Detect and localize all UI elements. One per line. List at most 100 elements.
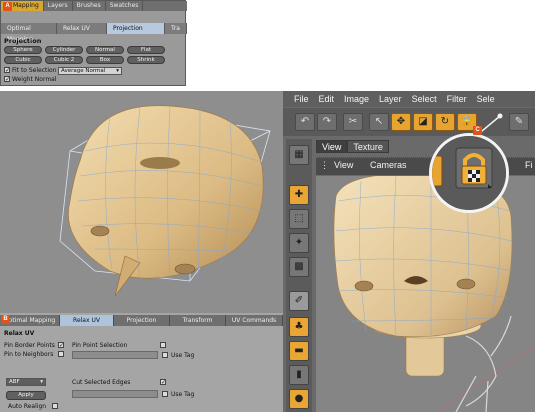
menu-select-cut[interactable]: Sele [477, 91, 495, 107]
menu-layer[interactable]: Layer [379, 91, 402, 107]
magic-wand-icon[interactable]: ✦ [289, 233, 309, 253]
weight-normal-label: Weight Normal [12, 76, 57, 83]
cut-edges-field[interactable] [72, 390, 158, 398]
chevron-down-icon: ▾ [40, 379, 43, 385]
subtab-transform[interactable]: Tra [165, 23, 187, 34]
view-tab-bar: View Texture [316, 140, 389, 153]
tab-texture[interactable]: Texture [347, 140, 389, 153]
pin-use-tag-label: Use Tag [171, 352, 195, 359]
weight-normal-checkbox[interactable]: ✓ [4, 76, 10, 83]
side-toolbar: ▦ ✚ ⬚ ✦ ▩ ✐ ♣ ▬ ▮ ● [286, 139, 312, 412]
cubic-2-button[interactable]: Cubic 2 [45, 56, 83, 64]
subtab-optimal-mapping[interactable]: Optimal Mapping [1, 23, 57, 43]
head-model-render [59, 105, 271, 297]
zoomed-lock-uv-icon [432, 136, 506, 210]
left-3d-viewport[interactable] [0, 91, 283, 313]
panel-b-tab-bar: Optimal Mapping Relax UV Projection Tran… [0, 315, 283, 326]
flat-button[interactable]: Flat [127, 46, 165, 54]
menu-edit[interactable]: Edit [319, 91, 335, 107]
menu-image[interactable]: Image [344, 91, 369, 107]
relax-uv-title: Relax UV [4, 330, 35, 337]
auto-realign-checkbox[interactable] [52, 403, 58, 409]
tab-brushes[interactable]: Brushes [73, 1, 106, 11]
scissors-icon[interactable]: ✂ [343, 113, 363, 131]
callout-badge-b: B [1, 315, 10, 324]
tab-layers[interactable]: Layers [44, 1, 73, 11]
callout-connector [475, 113, 503, 137]
handle-icon: ⋮ [320, 160, 329, 170]
relax-mode-dropdown[interactable]: ABF ▾ [6, 378, 46, 386]
scale-tool-icon[interactable]: ◪ [413, 113, 433, 131]
subtab-relax-uv[interactable]: Relax UV [57, 23, 107, 34]
tab-uv-commands[interactable]: UV Commands [226, 315, 283, 326]
pin-to-neighbors-checkbox[interactable] [58, 351, 64, 357]
shrink-button[interactable]: Shrink [127, 56, 165, 64]
fit-to-selection-checkbox[interactable]: ✓ [4, 67, 10, 74]
add-object-icon[interactable]: ✚ [289, 185, 309, 205]
cut-selected-edges-checkbox[interactable]: ✓ [160, 379, 166, 386]
viewport-menu-filter[interactable]: Fi [525, 160, 533, 170]
gradient-icon[interactable]: ▮ [289, 365, 309, 385]
marquee-tool-icon[interactable]: ⬚ [289, 209, 309, 229]
move-tool-icon[interactable]: ✥ [391, 113, 411, 131]
menu-select[interactable]: Select [412, 91, 437, 107]
menu-filter[interactable]: Filter [447, 91, 467, 107]
undo-icon[interactable]: ↶ [295, 113, 315, 131]
pin-point-selection-checkbox[interactable] [160, 342, 166, 348]
cut-use-tag-checkbox[interactable] [162, 391, 168, 397]
callout-badge-a: A [3, 2, 12, 11]
axis-line [435, 345, 535, 412]
head-body [68, 105, 264, 279]
fit-mode-dropdown[interactable]: Average Normal ▾ [58, 67, 122, 75]
tab-relax-uv[interactable]: Relax UV [60, 315, 114, 326]
panel-a-subtab-bar: Optimal Mapping Relax UV Projection Tra [1, 23, 187, 43]
rotate-tool-icon[interactable]: ↻ [435, 113, 455, 131]
right-eye [456, 278, 476, 290]
pin-point-selection-label: Pin Point Selection [72, 342, 128, 349]
normal-button[interactable]: Normal [86, 46, 124, 54]
tab-swatches[interactable]: Swatches [106, 1, 144, 11]
pin-point-selection-field[interactable] [72, 351, 158, 359]
pin-to-neighbors-label: Pin to Neighbors [4, 351, 54, 358]
pin-use-tag-checkbox[interactable] [162, 352, 168, 358]
redo-icon[interactable]: ↷ [317, 113, 337, 131]
cubic-button[interactable]: Cubic [4, 56, 42, 64]
apply-button[interactable]: Apply [6, 391, 46, 400]
cut-selected-edges-label: Cut Selected Edges [72, 379, 131, 386]
mouth-slot [140, 157, 180, 169]
menu-bar: File Edit Image Layer Select Filter Sele [283, 91, 535, 107]
paint-brush-icon[interactable]: ✐ [289, 291, 309, 311]
projection-section-title: Projection [4, 37, 42, 45]
fit-to-selection-label: Fit to Selection [12, 67, 57, 74]
viewport-menu-cameras[interactable]: Cameras [370, 160, 407, 170]
tab-transform[interactable]: Transform [170, 315, 226, 326]
callout-badge-c: C [473, 126, 482, 135]
fit-mode-value: Average Normal [61, 68, 106, 74]
grid-tool-icon[interactable]: ▦ [289, 145, 309, 165]
clone-stamp-icon[interactable]: ♣ [289, 317, 309, 337]
right-3d-viewport[interactable] [316, 176, 535, 412]
tab-projection[interactable]: Projection [114, 315, 170, 326]
brush-settings-icon[interactable]: ✎ [509, 113, 529, 131]
sphere-button[interactable]: Sphere [4, 46, 42, 54]
right-eye [174, 263, 196, 275]
checker-icon[interactable]: ▩ [289, 257, 309, 277]
subtab-projection[interactable]: Projection [107, 23, 165, 34]
eraser-icon[interactable]: ▬ [289, 341, 309, 361]
left-eye [354, 280, 374, 292]
cylinder-button[interactable]: Cylinder [45, 46, 83, 54]
auto-realign-label: Auto Realign [8, 403, 47, 410]
menu-file[interactable]: File [294, 91, 309, 107]
left-eye [90, 225, 110, 237]
fill-drop-icon[interactable]: ● [289, 389, 309, 409]
tab-view[interactable]: View [316, 140, 348, 153]
character-model-render [333, 176, 535, 412]
projection-panel: Mapping Layers Brushes Swatches A Optima… [0, 0, 187, 86]
relax-mode-value: ABF [9, 379, 20, 385]
pin-border-points-checkbox[interactable]: ✓ [58, 342, 64, 349]
viewport-menu-view[interactable]: View [334, 160, 353, 170]
box-button[interactable]: Box [86, 56, 124, 64]
pointer-tool-icon[interactable]: ↖ [369, 113, 389, 131]
checker-pattern [468, 170, 480, 182]
chevron-down-icon: ▾ [116, 68, 119, 74]
